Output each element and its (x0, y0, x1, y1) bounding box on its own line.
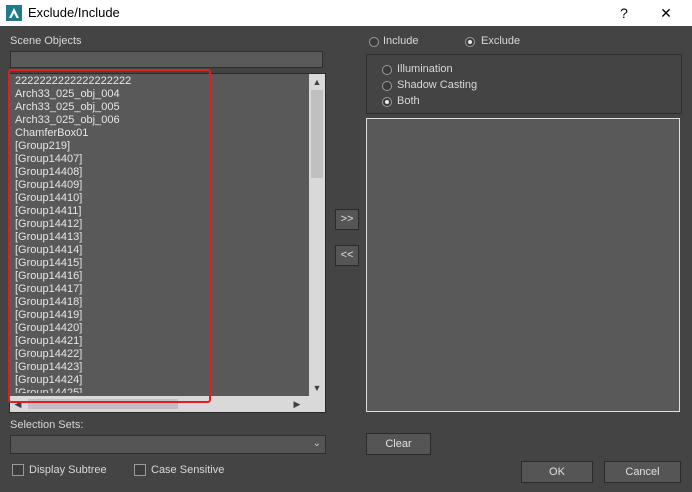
scroll-up-icon[interactable]: ▲ (310, 75, 324, 89)
add-to-list-button[interactable]: >> (335, 209, 359, 230)
red-highlight-box (8, 69, 211, 403)
scroll-down-icon[interactable]: ▼ (310, 381, 324, 395)
cancel-button[interactable]: Cancel (604, 461, 681, 483)
excluded-objects-list[interactable] (366, 118, 680, 412)
both-radio[interactable] (382, 97, 392, 107)
both-label: Both (397, 95, 420, 107)
case-sensitive-checkbox[interactable] (134, 464, 146, 476)
shadow-casting-label: Shadow Casting (397, 79, 478, 91)
window-title: Exclude/Include (28, 5, 120, 20)
remove-from-list-button[interactable]: << (335, 245, 359, 266)
include-label: Include (383, 35, 419, 47)
shadow-casting-radio[interactable] (382, 81, 392, 91)
exclude-radio[interactable] (465, 37, 475, 47)
ok-button[interactable]: OK (521, 461, 593, 483)
close-button[interactable]: ✕ (652, 0, 680, 26)
scene-objects-search-input[interactable] (10, 51, 323, 68)
clear-button[interactable]: Clear (366, 433, 431, 455)
case-sensitive-label: Case Sensitive (151, 464, 225, 476)
app-icon (6, 5, 22, 21)
selection-sets-dropdown[interactable]: ⌄ (10, 435, 326, 454)
selection-sets-label: Selection Sets: (10, 419, 84, 431)
vertical-scrollbar[interactable]: ▲ ▼ (309, 74, 325, 396)
chevron-down-icon: ⌄ (312, 438, 321, 449)
exclude-label: Exclude (481, 35, 521, 47)
vertical-scroll-thumb[interactable] (311, 90, 323, 178)
illumination-label: Illumination (397, 63, 453, 75)
help-button[interactable]: ? (610, 0, 638, 26)
display-subtree-label: Display Subtree (29, 464, 107, 476)
scene-objects-label: Scene Objects (10, 35, 82, 47)
include-radio[interactable] (369, 37, 379, 47)
title-bar: Exclude/Include ? ✕ (0, 0, 692, 26)
display-subtree-checkbox[interactable] (12, 464, 24, 476)
illumination-radio[interactable] (382, 65, 392, 75)
scroll-right-icon[interactable]: ▶ (290, 397, 304, 411)
